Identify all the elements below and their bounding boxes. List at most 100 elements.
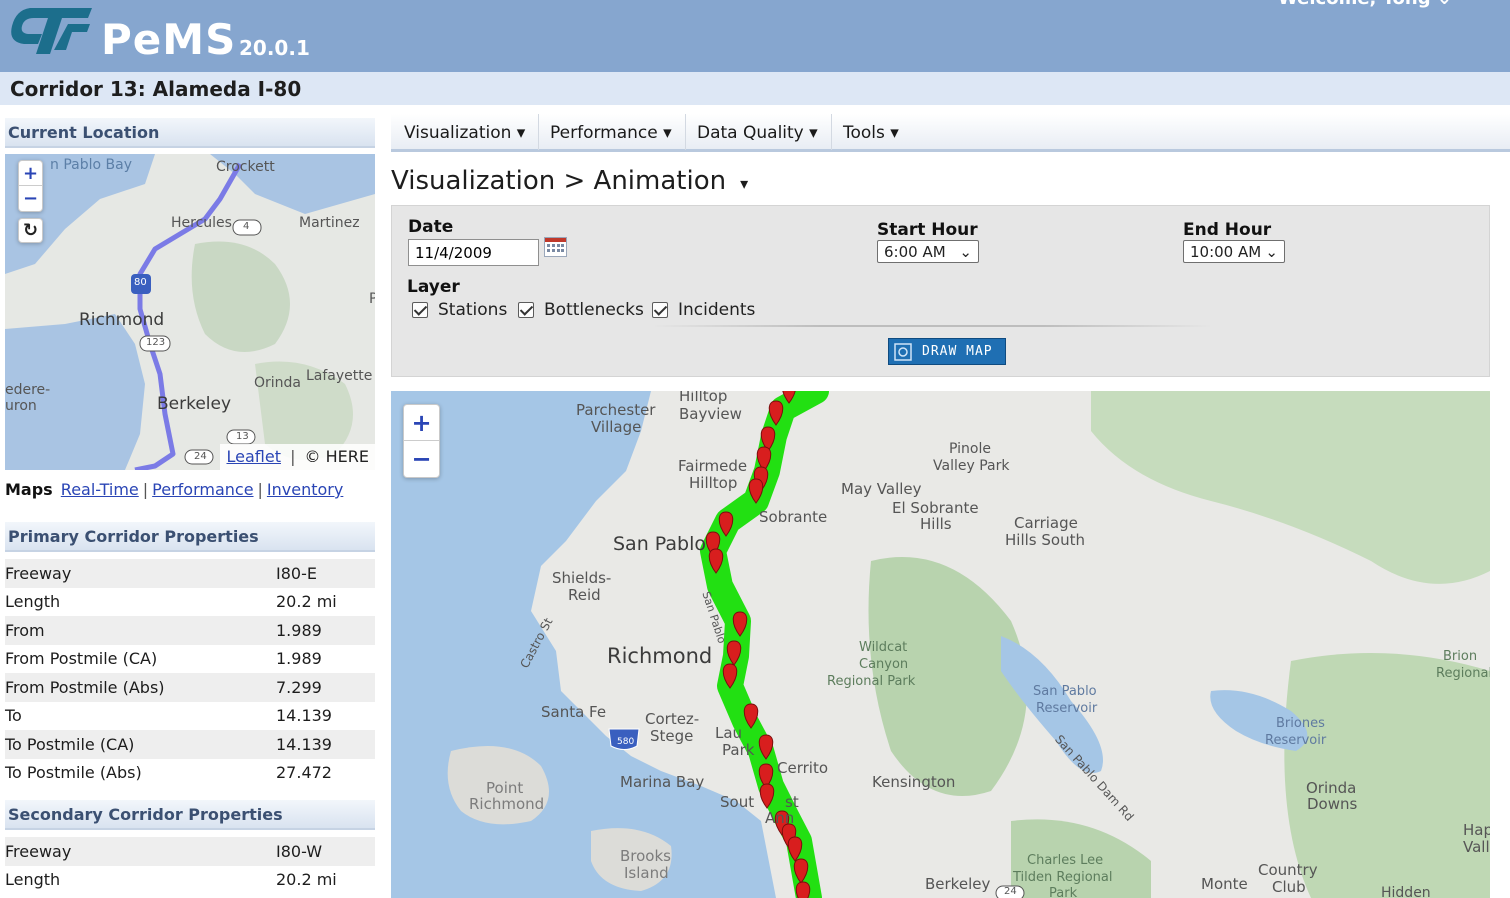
map-label-orinda: Orinda [254, 375, 302, 391]
map-label-downs: Downs [1307, 795, 1358, 813]
bottlenecks-checkbox[interactable] [518, 302, 534, 318]
attribution-text: © HERE [304, 447, 369, 466]
mini-map-zoom-out-button[interactable]: − [19, 186, 42, 211]
map-label-south: Sout [720, 793, 755, 811]
animation-map[interactable]: Hilltop Bayview Parchester Village Fairm… [391, 391, 1490, 898]
app-name: PeMS [101, 15, 237, 64]
stations-label: Stations [438, 300, 508, 320]
calendar-icon[interactable] [544, 237, 567, 257]
date-input[interactable] [408, 239, 539, 266]
draw-map-button[interactable]: DRAW MAP [888, 338, 1006, 365]
map-label-martinez: Martinez [299, 215, 360, 231]
app-header: PeMS 20.0.1 Welcome, Tong ⌄ [0, 0, 1510, 72]
property-value: 20.2 mi [276, 870, 337, 890]
map-label-crockett: Crockett [216, 159, 275, 175]
breadcrumb-dropdown-icon[interactable]: ▾ [740, 174, 748, 193]
map-label-tilden: Tilden Regional [1013, 870, 1113, 885]
table-row: To Postmile (CA) 14.139 [5, 730, 375, 759]
layer-stations[interactable]: Stations [412, 300, 507, 320]
nav-data-quality[interactable]: Data Quality ▾ [684, 114, 832, 150]
current-location-map[interactable]: n Pablo Bay Crockett Hercules 4 Martinez… [5, 154, 375, 470]
animation-form: Date Start Hour 6:00 AM ⌄ End Hour 10:00 … [391, 205, 1490, 377]
map-label-shields: Shields- [552, 569, 612, 587]
table-row: To Postmile (Abs) 27.472 [5, 758, 375, 787]
welcome-menu[interactable]: Welcome, Tong ⌄ [1278, 0, 1452, 9]
current-location-heading: Current Location [5, 118, 375, 148]
maps-link-realtime[interactable]: Real-Time [61, 480, 139, 499]
attribution-separator: | [290, 447, 296, 466]
property-name: To Postmile (Abs) [5, 763, 142, 783]
reset-view-icon[interactable]: ↻ [18, 218, 43, 243]
shield-80: 80 [134, 277, 147, 288]
mini-map-zoom-in-button[interactable]: + [19, 161, 42, 186]
map-label-hilltop: Hilltop [689, 474, 738, 492]
map-label-cerrito: Cerrito [777, 759, 828, 777]
map-label-san-pablo-reservoir: San Pablo [1033, 684, 1097, 699]
map-label-hercules: Hercules [171, 215, 232, 231]
leaflet-link[interactable]: Leaflet [226, 447, 280, 466]
property-value: 27.472 [276, 763, 332, 783]
primary-properties-table: Freeway I80-E Length 20.2 mi From 1.989 Fro… [5, 559, 375, 787]
bottlenecks-label: Bottlenecks [544, 300, 644, 320]
map-label-reservoir: Reservoir [1036, 701, 1098, 716]
map-label-point-richmond: Richmond [469, 795, 545, 813]
map-label-stege: Stege [650, 727, 694, 745]
layer-incidents[interactable]: Incidents [652, 300, 755, 320]
map-label-regional-park: Regional Park [827, 674, 916, 689]
map-label-may-valley: May Valley [841, 480, 922, 498]
incidents-checkbox[interactable] [652, 302, 668, 318]
map-label-briones: Briones [1276, 716, 1325, 731]
breadcrumb-text: Visualization > Animation [391, 166, 727, 196]
map-label-richmond: Richmond [79, 310, 165, 330]
corridor-title-bar: Corridor 13: Alameda I-80 [0, 72, 1510, 105]
property-value: 7.299 [276, 677, 322, 697]
draw-map-icon [894, 342, 912, 361]
maps-link-performance[interactable]: Performance [152, 480, 253, 499]
big-map-zoom-in-button[interactable]: + [404, 405, 439, 441]
map-label-hilltop-bayview: Hilltop Bayview [679, 391, 742, 423]
incidents-label: Incidents [678, 300, 756, 320]
map-label-club: Club [1272, 878, 1306, 896]
map-label-park: Park [722, 741, 755, 759]
property-value: I80-E [276, 563, 317, 583]
nav-tools[interactable]: Tools ▾ [830, 114, 912, 150]
stations-checkbox[interactable] [412, 302, 428, 318]
nav-visualization[interactable]: Visualization ▾ [391, 114, 540, 150]
nav-performance[interactable]: Performance ▾ [537, 114, 686, 150]
map-label-valley-park: Valley Park [933, 458, 1010, 474]
big-map-zoom-out-button[interactable]: − [404, 441, 439, 477]
map-label-country: Country [1258, 861, 1318, 879]
secondary-properties-table: Freeway I80-W Length 20.2 mi [5, 837, 375, 894]
map-label-marina-bay: Marina Bay [620, 773, 705, 791]
map-label-fairmede: Fairmede [678, 457, 748, 475]
shield-24: 24 [1004, 886, 1017, 897]
table-row: Length 20.2 mi [5, 865, 375, 894]
map-label-pinole: Pinole [949, 441, 991, 457]
end-hour-label: End Hour [1183, 220, 1272, 240]
draw-map-label: DRAW MAP [922, 344, 993, 359]
table-row: To 14.139 [5, 701, 375, 730]
map-label-monte: Monte [1201, 875, 1248, 893]
mini-map-zoom-control: + − [18, 160, 43, 212]
mini-map-canvas[interactable] [5, 154, 375, 470]
map-label-richmond: Richmond [607, 644, 713, 668]
layer-bottlenecks[interactable]: Bottlenecks [518, 300, 644, 320]
shield-4: 4 [243, 221, 250, 232]
map-label-hills-south: Hills South [1005, 531, 1085, 549]
caltrans-logo-icon [11, 8, 93, 54]
property-name: Length [5, 870, 61, 890]
property-name: From Postmile (CA) [5, 649, 158, 669]
map-label-village: Village [591, 418, 642, 436]
map-label-cortez: Cortez- [645, 710, 700, 728]
property-name: Freeway [5, 841, 72, 861]
start-hour-select[interactable]: 6:00 AM ⌄ [877, 240, 979, 263]
chevron-down-icon: ⌄ [959, 242, 972, 261]
map-label-santa-fe: Santa Fe [541, 703, 607, 721]
end-hour-select[interactable]: 10:00 AM ⌄ [1183, 240, 1285, 263]
map-label-hills: Hills [920, 515, 952, 533]
map-label-san-pablo-bay: n Pablo Bay [50, 157, 132, 173]
welcome-text: Welcome, Tong [1278, 0, 1431, 9]
breadcrumb: Visualization > Animation ▾ [391, 166, 748, 196]
station-marker[interactable] [795, 881, 811, 898]
maps-link-inventory[interactable]: Inventory [267, 480, 343, 499]
